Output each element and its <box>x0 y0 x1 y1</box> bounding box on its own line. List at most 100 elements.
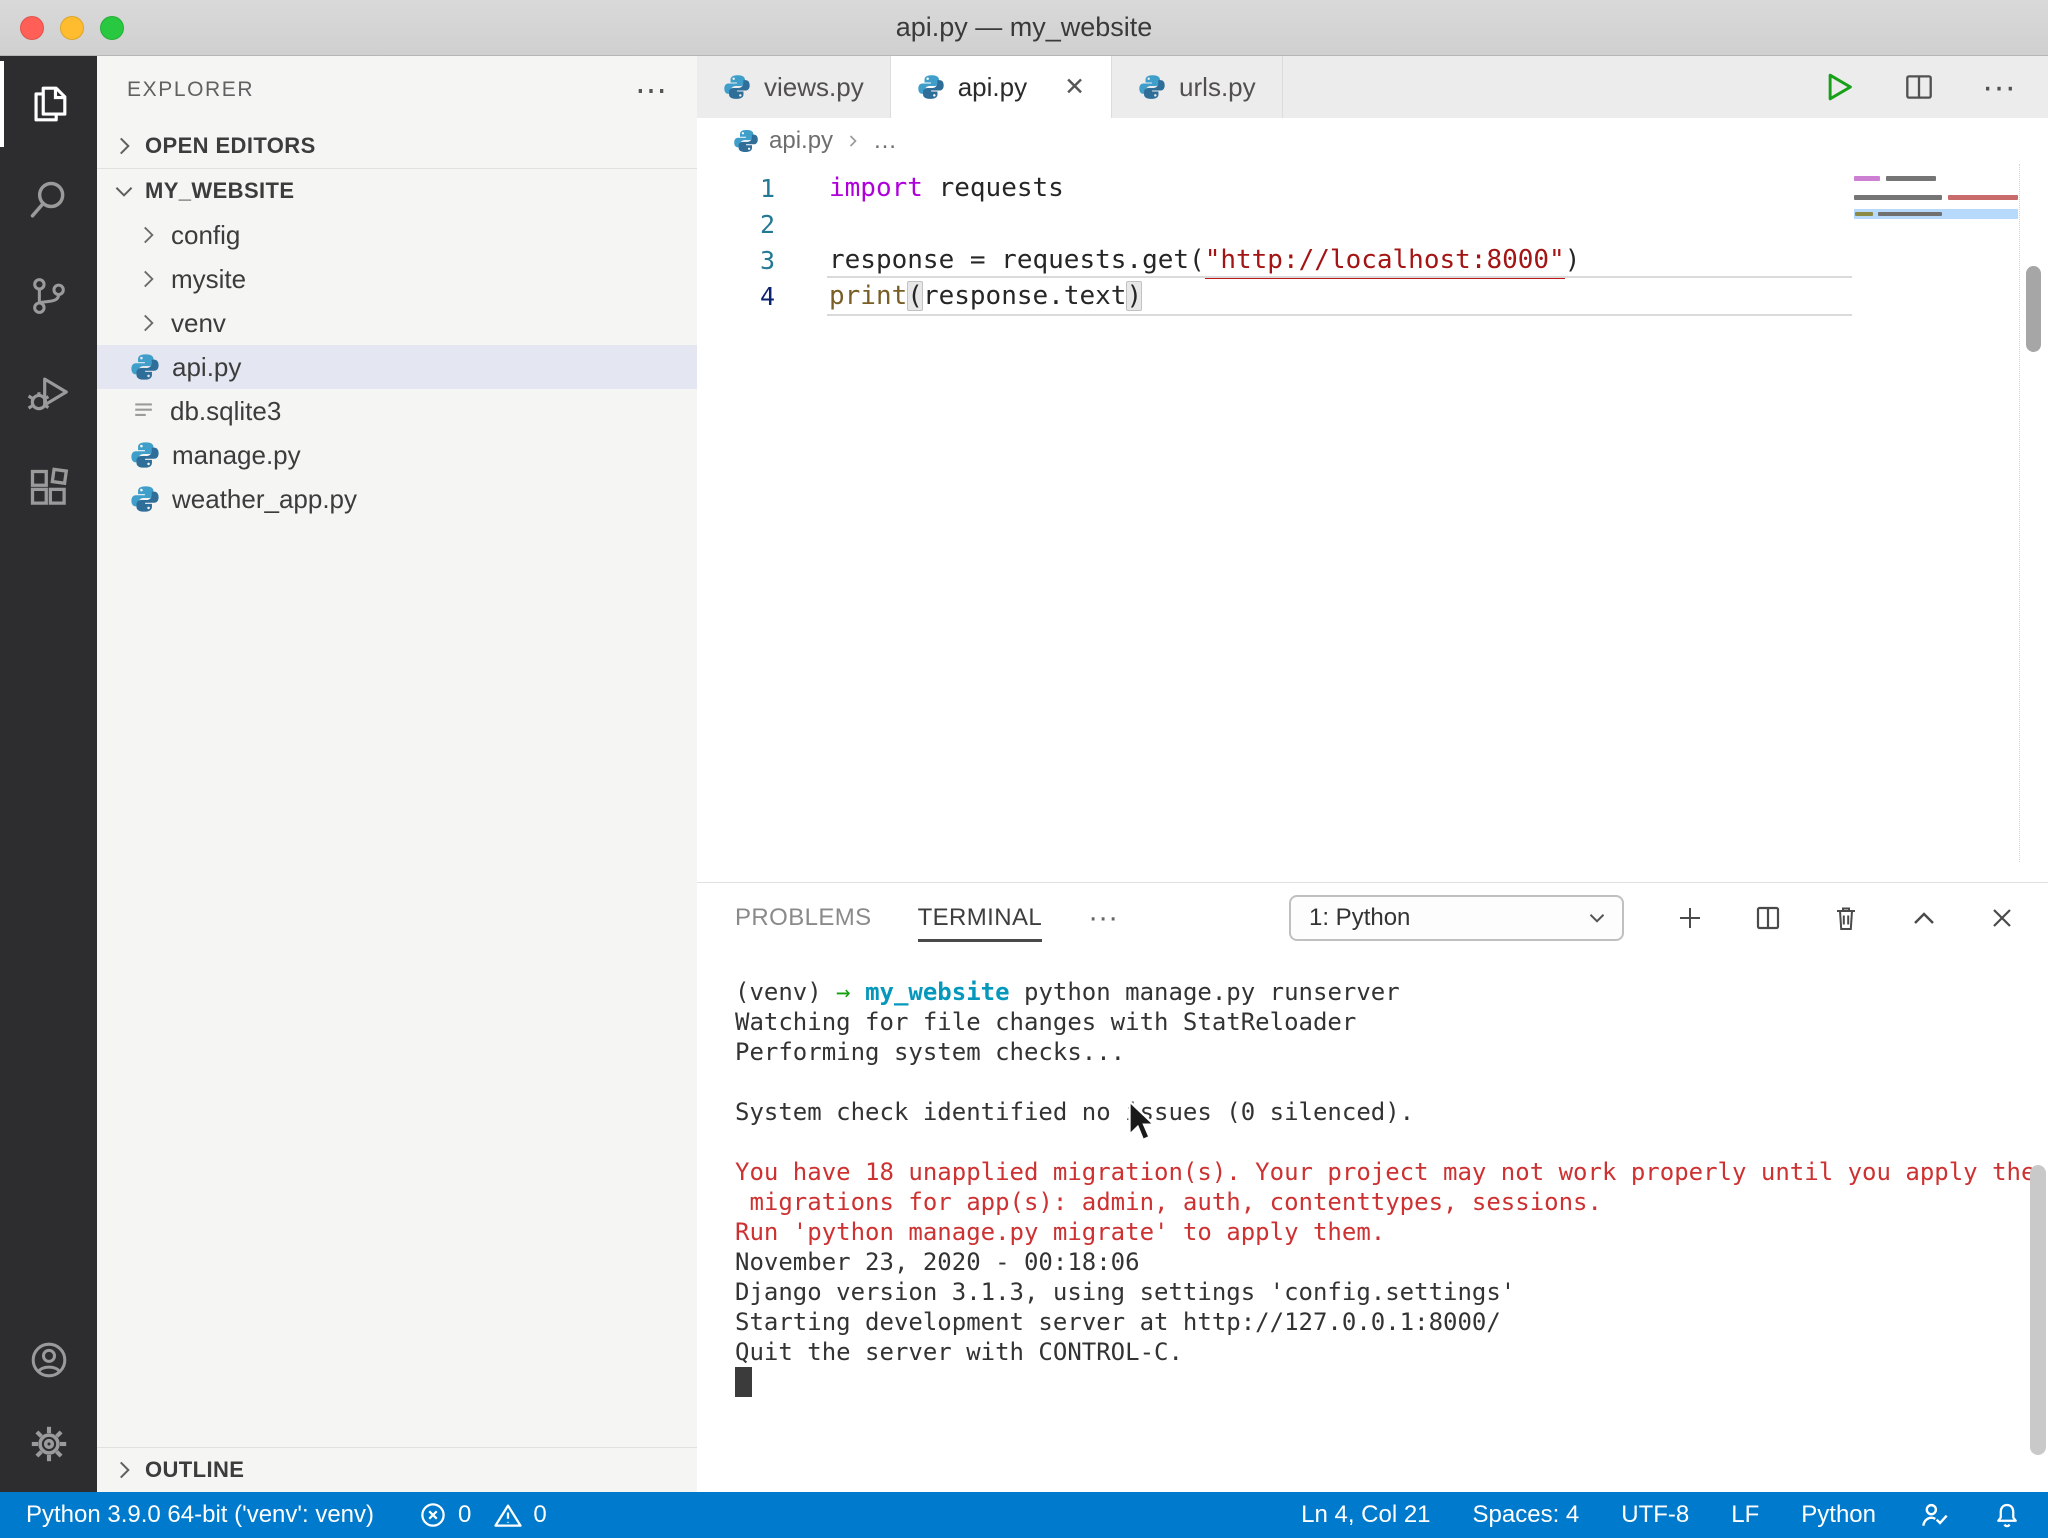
bottom-panel: PROBLEMS TERMINAL ··· 1: Python <box>697 882 2048 1492</box>
terminal-line: Performing system checks... <box>735 1037 2048 1067</box>
split-terminal-button[interactable] <box>1752 902 1784 934</box>
tab-api-py[interactable]: api.py ✕ <box>891 56 1112 118</box>
zoom-window-button[interactable] <box>100 16 124 40</box>
overview-ruler-border <box>2019 164 2020 862</box>
account-button[interactable] <box>0 1318 97 1402</box>
close-tab-icon[interactable]: ✕ <box>1064 72 1085 102</box>
tree-item-mysite[interactable]: mysite <box>97 257 697 301</box>
tree-item-weather-app-py[interactable]: weather_app.py <box>97 477 697 521</box>
cursor-position-status[interactable]: Ln 4, Col 21 <box>1301 1501 1430 1529</box>
vscode-window: { "window": { "title": "api.py — my_webs… <box>0 0 2048 1538</box>
tree-item-db-sqlite3[interactable]: db.sqlite3 <box>97 389 697 433</box>
prompt-arrow: → <box>836 978 865 1006</box>
terminal-line-error: Run 'python manage.py migrate' to apply … <box>735 1217 2048 1247</box>
window-title: api.py — my_website <box>0 12 2048 43</box>
code-line-3: 3 response = requests.get("http://localh… <box>697 242 2048 278</box>
editor-group: views.py api.py ✕ <box>697 56 2048 1492</box>
breadcrumb: api.py … <box>697 118 2048 164</box>
error-icon <box>418 1500 448 1530</box>
notifications-button[interactable] <box>1992 1500 2022 1530</box>
python-interpreter-status[interactable]: Python 3.9.0 64-bit ('venv': venv) <box>26 1501 374 1529</box>
code-token: ) <box>1565 245 1581 275</box>
encoding-status[interactable]: UTF-8 <box>1621 1501 1689 1529</box>
terminal-line: System check identified no issues (0 sil… <box>735 1097 2048 1127</box>
terminal-profile-select[interactable]: 1: Python <box>1289 895 1624 941</box>
outline-section-wrap: OUTLINE <box>97 1447 697 1492</box>
tab-label: views.py <box>764 72 864 103</box>
run-debug-activity-button[interactable] <box>0 344 97 440</box>
prompt-directory: my_website <box>865 978 1010 1006</box>
breadcrumb-symbol[interactable]: … <box>873 127 897 155</box>
split-editor-button[interactable] <box>1902 70 1936 104</box>
terminal-line: Starting development server at http://12… <box>735 1307 2048 1337</box>
editor-more-actions-button[interactable]: ··· <box>1982 68 2016 107</box>
chevron-down-icon <box>111 178 137 204</box>
terminal-line: Django version 3.1.3, using settings 'co… <box>735 1277 2048 1307</box>
database-file-icon <box>130 397 158 425</box>
outline-section[interactable]: OUTLINE <box>97 1448 697 1492</box>
run-file-button[interactable] <box>1820 69 1856 105</box>
sidebar-more-actions-button[interactable]: ⋯ <box>635 80 667 100</box>
minimap-current-line <box>1854 209 2018 219</box>
open-editors-label: OPEN EDITORS <box>145 133 316 159</box>
tree-item-api-py[interactable]: api.py <box>97 345 697 389</box>
minimap-segment <box>1854 195 1942 200</box>
new-terminal-button[interactable] <box>1674 902 1706 934</box>
bracket-match-token: ( <box>907 281 923 311</box>
terminal-output[interactable]: (venv) → my_website python manage.py run… <box>697 953 2048 1492</box>
indentation-status[interactable]: Spaces: 4 <box>1473 1501 1580 1529</box>
editor-tab-bar: views.py api.py ✕ <box>697 56 2048 118</box>
python-icon <box>733 128 759 154</box>
keyword-token: import <box>829 173 923 203</box>
python-icon <box>723 73 751 101</box>
language-label: Python <box>1801 1501 1876 1529</box>
tree-item-manage-py[interactable]: manage.py <box>97 433 697 477</box>
minimap-line <box>1854 176 2018 181</box>
explorer-activity-button[interactable] <box>0 56 97 152</box>
close-panel-button[interactable] <box>1986 902 2018 934</box>
error-count: 0 <box>458 1501 471 1529</box>
tab-problems[interactable]: PROBLEMS <box>735 883 872 953</box>
minimap-segment <box>1854 176 1880 181</box>
tab-views-py[interactable]: views.py <box>697 56 891 118</box>
warning-icon <box>493 1500 523 1530</box>
minimap[interactable] <box>1854 176 2018 219</box>
settings-button[interactable] <box>0 1402 97 1486</box>
source-control-activity-button[interactable] <box>0 248 97 344</box>
tab-urls-py[interactable]: urls.py <box>1112 56 1283 118</box>
tab-label: urls.py <box>1179 72 1256 103</box>
extensions-icon <box>27 466 71 510</box>
code-line-1: 1 import requests <box>697 170 2048 206</box>
tree-item-config[interactable]: config <box>97 213 697 257</box>
search-activity-button[interactable] <box>0 152 97 248</box>
tree-item-venv[interactable]: venv <box>97 301 697 345</box>
minimize-window-button[interactable] <box>60 16 84 40</box>
breadcrumb-file[interactable]: api.py <box>769 127 833 155</box>
eol-label: LF <box>1731 1501 1759 1529</box>
close-window-button[interactable] <box>20 16 44 40</box>
editor-actions: ··· <box>1820 56 2048 118</box>
language-mode-status[interactable]: Python <box>1801 1501 1876 1529</box>
extensions-activity-button[interactable] <box>0 440 97 536</box>
outline-label: OUTLINE <box>145 1457 244 1483</box>
open-editors-section[interactable]: OPEN EDITORS <box>97 124 697 168</box>
code-token: response.text <box>923 281 1127 311</box>
workspace-root-folder[interactable]: MY_WEBSITE <box>97 169 697 213</box>
eol-status[interactable]: LF <box>1731 1501 1759 1529</box>
main-content: EXPLORER ⋯ OPEN EDITORS MY_WEBSITE confi… <box>0 56 2048 1492</box>
editor-scrollbar-thumb[interactable] <box>2026 266 2041 352</box>
panel-more-tabs-button[interactable]: ··· <box>1088 901 1118 935</box>
python-icon <box>130 440 160 470</box>
tab-terminal[interactable]: TERMINAL <box>918 883 1043 953</box>
terminal-line: November 23, 2020 - 00:18:06 <box>735 1247 2048 1277</box>
mouse-cursor <box>1120 1098 1162 1144</box>
feedback-button[interactable] <box>1918 1499 1950 1531</box>
terminal-scrollbar-thumb[interactable] <box>2030 1165 2046 1455</box>
sidebar-header: EXPLORER ⋯ <box>97 56 697 124</box>
code-line-4: 4 print(response.text) <box>697 278 2048 314</box>
code-editor[interactable]: 1 import requests 2 3 response = request… <box>697 164 2048 314</box>
maximize-panel-button[interactable] <box>1908 902 1940 934</box>
python-icon <box>1138 73 1166 101</box>
kill-terminal-button[interactable] <box>1830 902 1862 934</box>
problems-status[interactable]: 0 0 <box>418 1500 547 1530</box>
